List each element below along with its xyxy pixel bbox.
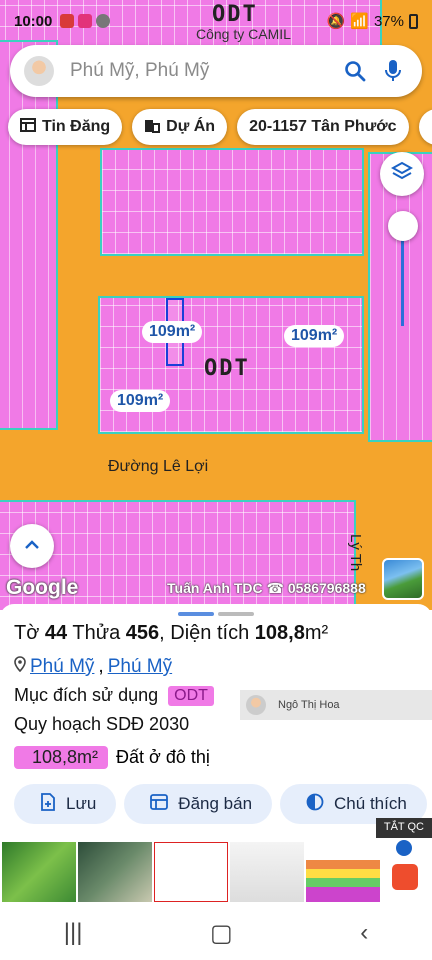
building-icon (144, 117, 161, 138)
area-value: 108,8 (254, 622, 305, 644)
ad-image[interactable] (78, 842, 152, 902)
map-zone-label: ODT (204, 356, 250, 381)
chip-label: Tin Đăng (42, 118, 111, 135)
home-icon[interactable]: ▢ (210, 919, 233, 948)
ad-image[interactable] (154, 842, 228, 902)
status-right: 🔕 📶 37% (327, 12, 418, 30)
map-area-label: 109m² (142, 321, 203, 343)
save-label: Lưu (66, 794, 97, 813)
close-ad-button[interactable]: TẮT QC (375, 818, 432, 838)
search-icon[interactable] (340, 56, 370, 86)
save-button[interactable]: Lưu (14, 784, 117, 824)
location-pin-icon (14, 656, 26, 678)
chevron-up-icon (24, 537, 40, 555)
map-watermark: Tuấn Anh TDC ☎ 0586796888 (167, 580, 366, 596)
sheet-handle[interactable] (218, 612, 254, 616)
road-label-le-loi: Đường Lê Lợi (108, 458, 209, 475)
mic-icon[interactable] (378, 56, 408, 86)
chip-tools[interactable] (418, 109, 432, 145)
status-bar: 10:00 🔕 📶 37% (0, 0, 432, 42)
plan-label: Quy hoạch SDĐ 2030 (14, 714, 190, 734)
area-unit: m² (304, 622, 329, 644)
thua-value: 456 (125, 622, 160, 644)
battery-text: 37% (373, 12, 404, 30)
plan-detail: 108,8m² Đất ở đô thị (14, 746, 210, 769)
app-screen: ODT Công ty CAMIL ODT 109m² 109m² 109m² … (0, 0, 432, 960)
parcel-location: Phú Mỹ, Phú Mỹ (14, 656, 172, 678)
status-time: 10:00 (14, 12, 53, 30)
legend-icon (306, 793, 324, 816)
map-parcel-left-strip (0, 40, 58, 430)
ad-image[interactable] (2, 842, 76, 902)
battery-icon (409, 13, 418, 29)
to-value: 44 (44, 622, 68, 644)
street-view-thumbnail[interactable] (382, 558, 424, 600)
chat-icon (96, 14, 111, 28)
listing-icon (150, 793, 169, 815)
to-label: Tờ (14, 622, 40, 644)
land-use-purpose: Mục đích sử dụng ODT (14, 685, 214, 706)
listing-label: Đăng bán (178, 794, 253, 813)
action-buttons: Lưu Đăng bán Chú thích (14, 784, 427, 824)
filter-chips: Tin Đăng Dự Án 20-1157 Tân Phước (8, 109, 432, 145)
opacity-slider-track[interactable] (401, 226, 404, 326)
map-area-label: 109m² (110, 390, 171, 412)
map-area-label: 109m² (284, 325, 345, 347)
legend-label: Chú thích (334, 794, 407, 813)
avatar (246, 695, 266, 715)
location-separator: , (98, 656, 104, 677)
plan-area-badge: 108,8m² (14, 746, 109, 769)
chip-lot-ref[interactable]: 20-1157 Tân Phước (237, 109, 409, 145)
map-parcel-upper (100, 148, 364, 256)
ad-banner[interactable]: TẮT QC (0, 818, 432, 906)
search-bar[interactable]: Phú Mỹ, Phú Mỹ (10, 45, 422, 97)
ad-image[interactable] (306, 842, 380, 902)
opacity-slider-thumb[interactable] (388, 211, 418, 241)
ad-info-icon[interactable] (396, 840, 412, 856)
notification-icon (60, 14, 75, 28)
road-label-side: Lý Th (347, 534, 364, 572)
map-view[interactable]: ODT Công ty CAMIL ODT 109m² 109m² 109m² … (0, 0, 432, 610)
layers-icon (390, 161, 414, 188)
ad-image[interactable] (230, 842, 304, 902)
parcel-info-sheet: Tờ 44 Thửa 456, Diện tích 108,8m² Phú Mỹ… (0, 604, 432, 840)
mute-icon: 🔕 (326, 13, 346, 30)
overlay-user-chip[interactable]: Ngô Thị Hoa (240, 690, 432, 720)
avatar[interactable] (24, 56, 54, 86)
wifi-icon: 📶 (350, 13, 369, 30)
recent-apps-icon[interactable]: ||| (64, 919, 83, 947)
parcel-title: Tờ 44 Thửa 456, Diện tích 108,8m² (14, 622, 328, 645)
chip-label: Dự Án (166, 118, 216, 135)
location-link[interactable]: Phú Mỹ (108, 656, 172, 678)
purpose-code-badge: ODT (168, 685, 214, 706)
chip-tin-dang[interactable]: Tin Đăng (8, 109, 123, 145)
expand-sheet-button[interactable] (10, 524, 54, 568)
notification-icon (78, 14, 93, 28)
chip-du-an[interactable]: Dự Án (132, 109, 228, 145)
overlay-user-name: Ngô Thị Hoa (278, 699, 340, 711)
system-nav-bar: ||| ▢ ‹ (0, 906, 432, 960)
sheet-handle[interactable] (178, 612, 214, 616)
location-link[interactable]: Phú Mỹ (30, 656, 94, 678)
back-icon[interactable]: ‹ (360, 919, 368, 947)
save-icon (40, 792, 56, 816)
area-label: , Diện tích (159, 622, 250, 644)
post-listing-button[interactable]: Đăng bán (124, 784, 273, 824)
layers-button[interactable] (380, 152, 424, 196)
newspaper-icon (20, 117, 36, 137)
shopee-icon[interactable] (392, 864, 418, 890)
chip-label: 20-1157 Tân Phước (249, 118, 397, 135)
purpose-label: Mục đích sử dụng (14, 685, 159, 705)
search-input[interactable]: Phú Mỹ, Phú Mỹ (70, 60, 332, 82)
plan-type: Đất ở đô thị (116, 747, 210, 767)
thua-label: Thửa (72, 622, 121, 644)
google-logo: Google (6, 576, 79, 599)
